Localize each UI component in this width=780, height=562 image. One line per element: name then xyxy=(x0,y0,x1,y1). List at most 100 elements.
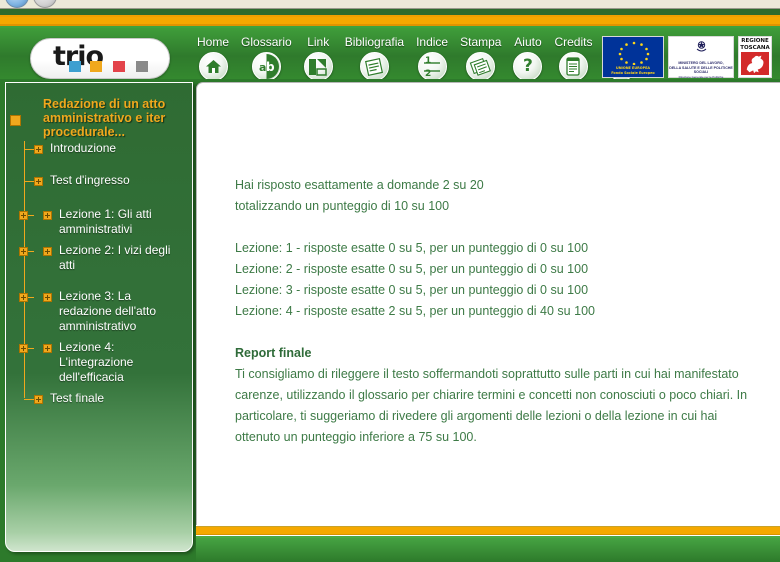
branch-expander-icon[interactable] xyxy=(19,293,28,302)
nav-item-credits[interactable]: Credits xyxy=(548,35,598,79)
tree-connector xyxy=(28,297,34,298)
nav-item-stampa[interactable]: Stampa xyxy=(454,35,507,79)
nav-label-home: Home xyxy=(197,35,230,49)
nav-item-link[interactable]: Link xyxy=(298,35,339,79)
logo-square-orange xyxy=(90,61,102,72)
forward-button[interactable] xyxy=(33,0,57,8)
nav-label-link: Link xyxy=(307,35,330,49)
svg-text:2: 2 xyxy=(425,69,431,78)
sidebar-item-introduzione[interactable]: Introduzione xyxy=(20,141,186,159)
nav-item-home[interactable]: Home xyxy=(191,35,235,79)
logo-square-gray xyxy=(136,61,148,72)
expander-plus-icon[interactable] xyxy=(43,344,52,353)
back-button[interactable] xyxy=(5,0,29,8)
expander-plus-icon[interactable] xyxy=(43,247,52,256)
browser-chrome-strip xyxy=(0,0,780,9)
expander-plus-icon[interactable] xyxy=(34,395,43,404)
tree-connector xyxy=(24,399,34,400)
sidebar-root-node[interactable]: Redazione di un atto amministrativo e it… xyxy=(10,97,186,141)
tree-connector xyxy=(28,348,34,349)
sidebar-item-label: Test d'ingresso xyxy=(50,173,130,187)
region-line2: TOSCANA xyxy=(739,44,771,51)
sidebar-item-label: Introduzione xyxy=(50,141,117,155)
branch-expander-icon[interactable] xyxy=(19,211,28,220)
main-navigation: Home Glossario ab Link Bibliografia Indi… xyxy=(191,35,645,79)
report-title: Report finale xyxy=(235,346,312,360)
svg-text:1: 1 xyxy=(425,56,431,66)
sidebar-item-label: Test finale xyxy=(50,391,105,405)
summary-line-1: Hai risposto esattamente a domande 2 su … xyxy=(235,178,484,192)
sidebar-navigation-panel: Redazione di un atto amministrativo e it… xyxy=(5,82,193,552)
nav-label-stampa: Stampa xyxy=(460,35,502,49)
nav-label-bibliografia: Bibliografia xyxy=(344,35,405,49)
lesson-result-row: Lezione: 2 - risposte esatte 0 su 5, per… xyxy=(235,262,589,276)
score-summary: Hai risposto esattamente a domande 2 su … xyxy=(235,175,758,217)
question-mark-icon[interactable]: ? xyxy=(513,52,543,79)
nav-item-indice[interactable]: Indice 12 xyxy=(410,35,454,79)
nav-label-credits: Credits xyxy=(554,35,593,49)
sidebar-item-test-ingresso[interactable]: Test d'ingresso xyxy=(20,173,186,191)
nav-label-glossario: Glossario xyxy=(241,35,292,49)
eu-caption-line2: Fondo Sociale Europeo xyxy=(611,71,655,75)
bibliography-document-icon[interactable] xyxy=(359,52,389,79)
nav-label-aiuto: Aiuto xyxy=(514,35,542,49)
ministero-del-lavoro-logo: MINISTERO DEL LAVORO, DELLA SALUTE E DEL… xyxy=(668,36,734,78)
nav-label-indice: Indice xyxy=(416,35,449,49)
pegasus-emblem xyxy=(741,52,769,75)
content-inner: Hai risposto esattamente a domande 2 su … xyxy=(197,83,780,448)
root-expander-box[interactable] xyxy=(10,115,21,126)
expander-plus-icon[interactable] xyxy=(43,293,52,302)
logo-square-red xyxy=(113,61,125,72)
tree-connector xyxy=(28,215,34,216)
nav-item-bibliografia[interactable]: Bibliografia xyxy=(339,35,410,79)
sidebar-item-label: Lezione 2: I vizi degli atti xyxy=(59,243,171,272)
lesson-results-list: Lezione: 1 - risposte esatte 0 su 5, per… xyxy=(235,238,758,322)
nav-item-aiuto[interactable]: Aiuto ? xyxy=(507,35,548,79)
regione-toscana-logo: REGIONE TOSCANA xyxy=(738,36,772,78)
sidebar-tree: Introduzione Test d'ingresso Lezione 1: … xyxy=(19,141,186,409)
lesson-result-row: Lezione: 1 - risposte esatte 0 su 5, per… xyxy=(235,241,589,255)
sidebar-item-label: Lezione 3: La redazione dell'atto ammini… xyxy=(59,289,157,333)
ministry-line2: DELLA SALUTE E DELLE POLITICHE SOCIALI xyxy=(669,65,733,75)
sidebar-item-test-finale[interactable]: Test finale xyxy=(20,391,186,409)
branch-expander-icon[interactable] xyxy=(19,247,28,256)
european-union-logo: UNIONE EUROPEA Fondo Sociale Europeo xyxy=(602,36,664,78)
logo-square-blue xyxy=(69,61,81,72)
lesson-result-row: Lezione: 3 - risposte esatte 0 su 5, per… xyxy=(235,283,589,297)
report-body: Ti consigliamo di rileggere il testo sof… xyxy=(235,367,748,444)
ministry-line1: MINISTERO DEL LAVORO, xyxy=(678,61,724,65)
expander-plus-icon[interactable] xyxy=(43,211,52,220)
svg-text:b: b xyxy=(266,60,275,74)
eu-logo-caption: UNIONE EUROPEA Fondo Sociale Europeo xyxy=(603,65,663,77)
expander-plus-icon[interactable] xyxy=(34,177,43,186)
sidebar-item-lezione-3[interactable]: Lezione 3: La redazione dell'atto ammini… xyxy=(19,289,186,334)
branch-expander-icon[interactable] xyxy=(19,344,28,353)
page-header: trio Home Glossario ab Link Bibliografia… xyxy=(0,9,780,79)
nav-item-glossario[interactable]: Glossario ab xyxy=(235,35,298,79)
home-icon[interactable] xyxy=(198,52,228,79)
sponsor-logos: UNIONE EUROPEA Fondo Sociale Europeo MIN… xyxy=(602,36,772,78)
glossary-ab-icon[interactable]: ab xyxy=(251,52,281,79)
sidebar-item-label: Lezione 1: Gli atti amministrativi xyxy=(59,207,152,236)
link-icon[interactable] xyxy=(303,52,333,79)
tree-connector xyxy=(28,251,34,252)
trio-logo[interactable]: trio xyxy=(30,38,170,79)
tree-connector xyxy=(24,149,34,150)
footer-strip xyxy=(196,525,780,562)
lesson-result-row: Lezione: 4 - risposte esatte 2 su 5, per… xyxy=(235,304,595,318)
sidebar-item-lezione-1[interactable]: Lezione 1: Gli atti amministrativi xyxy=(19,207,186,237)
page-title: Redazione di un atto amministrativo e it… xyxy=(43,97,166,139)
credits-document-icon[interactable] xyxy=(558,52,588,79)
sidebar-item-lezione-4[interactable]: Lezione 4: L'integrazione dell'efficacia xyxy=(19,340,186,385)
main-content-panel: Hai risposto esattamente a domande 2 su … xyxy=(196,82,780,525)
sidebar-item-lezione-2[interactable]: Lezione 2: I vizi degli atti xyxy=(19,243,186,273)
expander-plus-icon[interactable] xyxy=(34,145,43,154)
print-pages-icon[interactable] xyxy=(466,52,496,79)
sidebar-item-label: Lezione 4: L'integrazione dell'efficacia xyxy=(59,340,134,384)
tree-connector xyxy=(24,181,34,182)
region-line1: REGIONE xyxy=(739,37,771,44)
application-window: trio Home Glossario ab Link Bibliografia… xyxy=(0,0,780,562)
index-numbers-icon[interactable]: 12 xyxy=(417,52,447,79)
summary-line-2: totalizzando un punteggio di 10 su 100 xyxy=(235,199,450,213)
